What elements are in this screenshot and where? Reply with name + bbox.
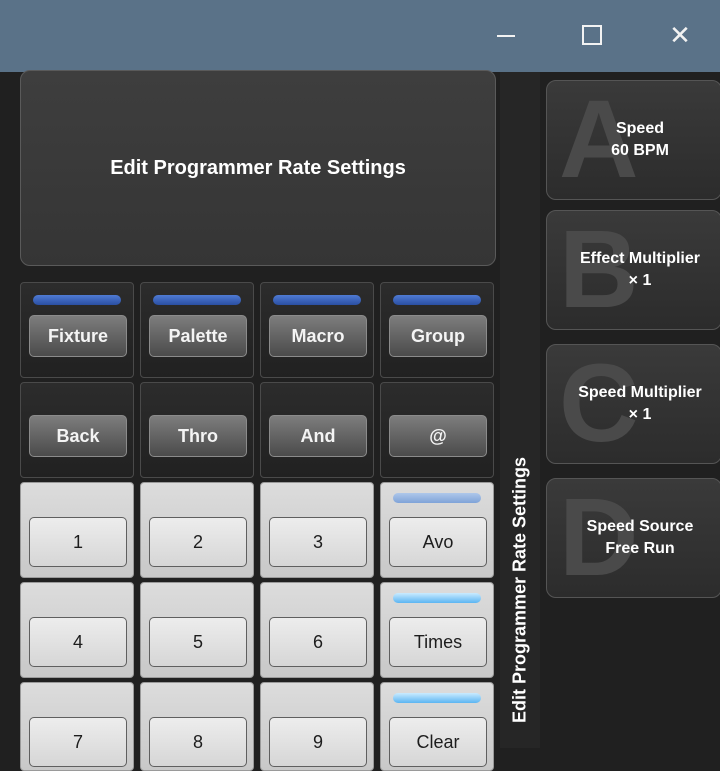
- fixture-indicator: [33, 295, 121, 305]
- page-title: Edit Programmer Rate Settings: [20, 70, 496, 266]
- key-8[interactable]: 8: [140, 682, 254, 771]
- softkey-c[interactable]: C Speed Multiplier × 1: [546, 344, 720, 464]
- softkey-a[interactable]: A Speed 60 BPM: [546, 80, 720, 200]
- group-indicator: [393, 295, 481, 305]
- softkey-c-line2: × 1: [628, 406, 652, 423]
- key-avo[interactable]: Avo: [380, 482, 494, 578]
- key-1[interactable]: 1: [20, 482, 134, 578]
- key-7[interactable]: 7: [20, 682, 134, 771]
- macro-indicator: [273, 295, 361, 305]
- digit-2-button[interactable]: 2: [149, 517, 247, 567]
- key-and[interactable]: And: [260, 382, 374, 478]
- and-button[interactable]: And: [269, 415, 367, 457]
- softkey-d[interactable]: D Speed Source Free Run: [546, 478, 720, 598]
- digit-1-button[interactable]: 1: [29, 517, 127, 567]
- softkey-a-line2: 60 BPM: [611, 142, 669, 159]
- avo-button[interactable]: Avo: [389, 517, 487, 567]
- softkey-d-line2: Free Run: [605, 540, 675, 557]
- key-thro[interactable]: Thro: [140, 382, 254, 478]
- side-title: Edit Programmer Rate Settings: [509, 456, 530, 724]
- digit-8-button[interactable]: 8: [149, 717, 247, 767]
- key-clear[interactable]: Clear: [380, 682, 494, 771]
- key-4[interactable]: 4: [20, 582, 134, 678]
- minimize-button[interactable]: [482, 12, 530, 60]
- softkey-a-line1: Speed: [615, 120, 664, 137]
- key-fixture[interactable]: Fixture: [20, 282, 134, 378]
- clear-indicator: [393, 693, 481, 703]
- window-titlebar: ✕: [0, 0, 720, 72]
- key-group[interactable]: Group: [380, 282, 494, 378]
- key-palette[interactable]: Palette: [140, 282, 254, 378]
- minimize-icon: [497, 34, 515, 37]
- key-5[interactable]: 5: [140, 582, 254, 678]
- key-back[interactable]: Back: [20, 382, 134, 478]
- digit-3-button[interactable]: 3: [269, 517, 367, 567]
- palette-button[interactable]: Palette: [149, 315, 247, 357]
- digit-6-button[interactable]: 6: [269, 617, 367, 667]
- maximize-button[interactable]: [568, 12, 616, 60]
- digit-9-button[interactable]: 9: [269, 717, 367, 767]
- palette-indicator: [153, 295, 241, 305]
- maximize-icon: [582, 24, 602, 45]
- key-3[interactable]: 3: [260, 482, 374, 578]
- times-button[interactable]: Times: [389, 617, 487, 667]
- key-at[interactable]: @: [380, 382, 494, 478]
- fixture-button[interactable]: Fixture: [29, 315, 127, 357]
- key-times[interactable]: Times: [380, 582, 494, 678]
- key-6[interactable]: 6: [260, 582, 374, 678]
- group-button[interactable]: Group: [389, 315, 487, 357]
- back-button[interactable]: Back: [29, 415, 127, 457]
- macro-button[interactable]: Macro: [269, 315, 367, 357]
- avo-indicator: [393, 493, 481, 503]
- softkey-b[interactable]: B Effect Multiplier × 1: [546, 210, 720, 330]
- digit-5-button[interactable]: 5: [149, 617, 247, 667]
- softkey-c-line1: Speed Multiplier: [578, 384, 702, 401]
- digit-7-button[interactable]: 7: [29, 717, 127, 767]
- times-indicator: [393, 593, 481, 603]
- key-macro[interactable]: Macro: [260, 282, 374, 378]
- digit-4-button[interactable]: 4: [29, 617, 127, 667]
- clear-button[interactable]: Clear: [389, 717, 487, 767]
- softkey-d-line1: Speed Source: [586, 518, 694, 535]
- at-button[interactable]: @: [389, 415, 487, 457]
- softkey-b-line1: Effect Multiplier: [579, 250, 700, 267]
- thro-button[interactable]: Thro: [149, 415, 247, 457]
- key-9[interactable]: 9: [260, 682, 374, 771]
- close-button[interactable]: ✕: [656, 12, 704, 60]
- softkey-b-line2: × 1: [628, 272, 652, 289]
- key-2[interactable]: 2: [140, 482, 254, 578]
